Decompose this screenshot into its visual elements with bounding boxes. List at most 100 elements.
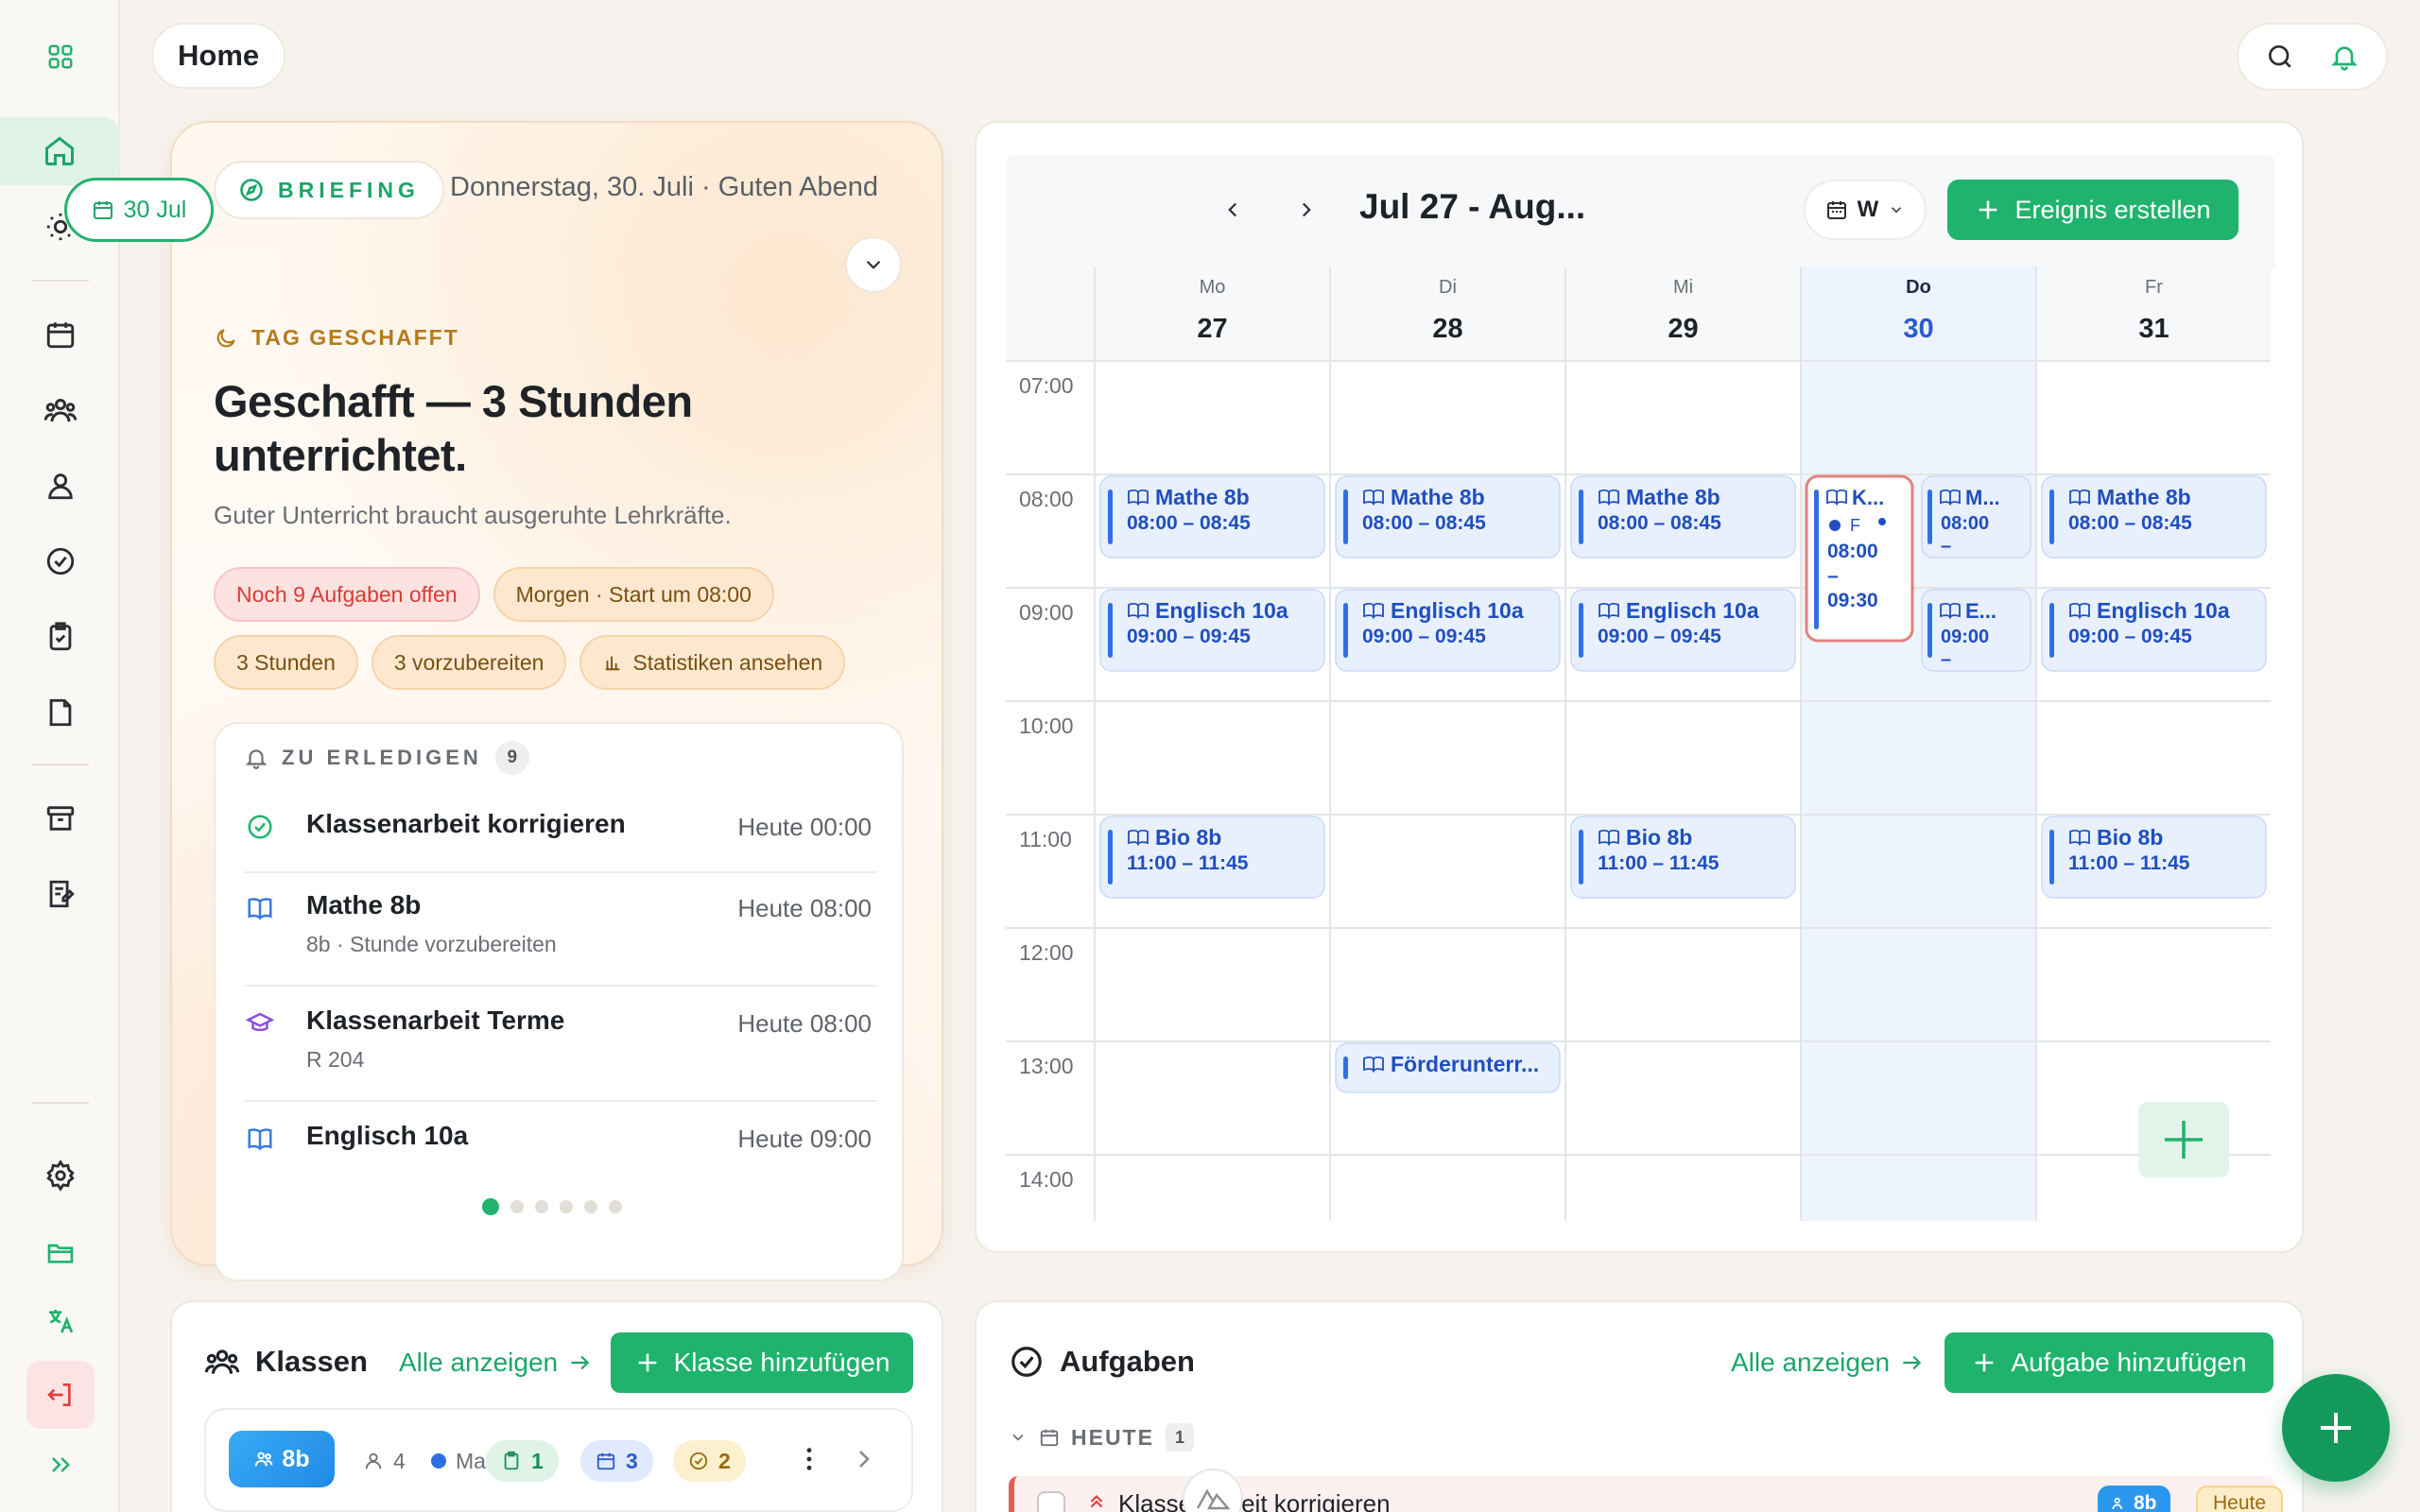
apps-grid-icon[interactable] — [26, 23, 95, 91]
settings-gear-icon[interactable] — [26, 1142, 95, 1210]
pager-dot[interactable] — [609, 1200, 622, 1213]
event-time: 08:00 – 08:45 — [1127, 512, 1251, 534]
task-checkbox[interactable] — [1037, 1491, 1065, 1512]
group-icon — [255, 1452, 273, 1467]
todo-item[interactable]: Klassenarbeit korrigieren Heute 00:00 — [244, 809, 877, 873]
document-icon[interactable] — [26, 679, 95, 747]
briefing-subtitle: Guter Unterricht braucht ausgeruhte Lehr… — [214, 501, 732, 529]
briefing-tag-label: BRIEFING — [278, 177, 420, 202]
translate-icon[interactable] — [26, 1287, 95, 1355]
pager-dot[interactable] — [560, 1200, 573, 1213]
statistics-chip-label: Statistiken ansehen — [632, 649, 823, 675]
event-title: Englisch 10a — [2097, 598, 2230, 623]
logout-icon[interactable] — [26, 1361, 95, 1429]
to-prepare-chip[interactable]: 3 vorzubereiten — [371, 635, 567, 690]
task-title: Klassenarbeit korrigieren — [1118, 1489, 1391, 1512]
task-class-badge-label: 8b — [2134, 1492, 2157, 1512]
todo-item[interactable]: Mathe 8b 8b · Stunde vorzubereiten Heute… — [244, 890, 877, 987]
event-accent-bar — [1579, 490, 1583, 544]
tasks-show-all-link[interactable]: Alle anzeigen — [1731, 1348, 1924, 1378]
event-accent-bar — [2049, 603, 2054, 658]
show-all-label: Alle anzeigen — [399, 1348, 559, 1377]
expand-rail-icon[interactable] — [26, 1431, 95, 1499]
event-title: Mathe 8b — [2097, 485, 2191, 509]
event-time: 11:00 – 11:45 — [1127, 852, 1249, 874]
tomorrow-start-chip[interactable]: Morgen · Start um 08:00 — [493, 567, 774, 622]
calendar-icon — [93, 201, 112, 219]
archive-icon[interactable] — [26, 784, 95, 852]
pager-dot[interactable] — [535, 1200, 548, 1213]
collapse-button[interactable] — [845, 236, 902, 293]
event-accent-bar — [2049, 490, 2054, 544]
bar-chart-icon — [606, 656, 620, 671]
classes-icon — [204, 1349, 240, 1374]
add-class-button[interactable]: Klasse hinzufügen — [611, 1332, 913, 1393]
folder-icon[interactable] — [26, 1219, 95, 1287]
day-number-label: 28 — [1432, 314, 1462, 344]
briefing-pager[interactable] — [482, 1198, 622, 1215]
week-grid[interactable]: Mo 27 Di 28 Mi 29 Do 30 Fr 31 07:00 08:00 09:00 10:00… — [1006, 266, 2271, 1221]
event-accent-bar — [1343, 603, 1348, 658]
tasks-check-icon[interactable] — [26, 527, 95, 595]
event-time: 11:00 – 11:45 — [2068, 852, 2190, 874]
event-accent-bar — [1343, 490, 1348, 544]
add-task-button[interactable]: Aufgabe hinzufügen — [1945, 1332, 2273, 1393]
event-time: 09:00 — [1941, 627, 1989, 647]
day-of-week-label: Do — [1906, 277, 1931, 298]
event-time: 09:00 – 09:45 — [1598, 626, 1721, 647]
notification-bell-icon[interactable] — [2329, 42, 2360, 72]
pager-dot[interactable] — [510, 1200, 524, 1213]
hour-label: 12:00 — [1019, 940, 1074, 965]
floating-add-button[interactable] — [2282, 1374, 2390, 1482]
hour-label: 09:00 — [1019, 600, 1074, 625]
chevron-right-icon[interactable] — [849, 1444, 879, 1474]
prev-week-button[interactable] — [1212, 189, 1253, 231]
event-accent-bar — [1108, 490, 1113, 544]
gradebook-icon[interactable] — [26, 860, 95, 928]
event-time: 09:00 – 09:45 — [2068, 626, 2192, 647]
arrow-right-icon — [571, 1355, 590, 1370]
lessons-count-chip[interactable]: 3 Stunden — [214, 635, 358, 690]
classes-title: Klassen — [255, 1345, 368, 1378]
create-event-button[interactable]: Ereignis erstellen — [1947, 180, 2238, 240]
event-title: K... — [1852, 486, 1884, 509]
docs-count-value: 1 — [531, 1448, 544, 1473]
more-vertical-icon[interactable] — [794, 1444, 824, 1474]
events-count-chip[interactable]: 3 — [580, 1440, 653, 1482]
add-task-label: Aufgabe hinzufügen — [2011, 1348, 2247, 1377]
briefing-chips-row-1: Noch 9 Aufgaben offen Morgen · Start um … — [214, 567, 774, 622]
todo-item[interactable]: Klassenarbeit Terme R 204 Heute 08:00 — [244, 1005, 877, 1102]
assistant-logo-icon[interactable] — [1183, 1469, 1243, 1512]
calendar-icon[interactable] — [26, 301, 95, 369]
search-icon[interactable] — [2265, 42, 2295, 72]
student-icon[interactable] — [26, 452, 95, 520]
docs-count-chip[interactable]: 1 — [486, 1440, 559, 1482]
event-title: Englisch 10a — [1626, 598, 1759, 623]
tasks-count-chip[interactable]: 2 — [673, 1440, 746, 1482]
pager-dot[interactable] — [584, 1200, 597, 1213]
page-title: Home — [151, 23, 286, 89]
event-time: 09:00 – 09:45 — [1127, 626, 1251, 647]
pager-dot[interactable] — [482, 1198, 499, 1215]
tasks-section-header[interactable]: HEUTE 1 — [1009, 1423, 1194, 1452]
chevron-down-icon — [1892, 207, 1902, 214]
event-time-separator: – — [1827, 565, 1839, 587]
event-title: Mathe 8b — [1155, 485, 1250, 509]
class-row[interactable]: 8b 4 Mat 1 3 2 — [204, 1408, 913, 1512]
nav-home[interactable] — [0, 117, 119, 185]
classes-show-all-link[interactable]: Alle anzeigen — [399, 1348, 592, 1378]
clipboard-icon[interactable] — [26, 603, 95, 671]
statistics-chip[interactable]: Statistiken ansehen — [579, 635, 846, 690]
event-title: Förderunterr... — [1391, 1052, 1539, 1076]
classes-icon[interactable] — [26, 376, 95, 444]
today-button[interactable]: 30 Jul — [64, 178, 214, 242]
todo-subtitle: 8b · Stunde vorzubereiten — [306, 932, 557, 956]
top-actions — [2237, 23, 2388, 91]
todo-count-badge: 9 — [494, 741, 529, 775]
grid-background — [1006, 266, 2271, 1221]
hour-label: 10:00 — [1019, 713, 1074, 738]
classes-card: Klassen Alle anzeigen Klasse hinzufügen … — [170, 1300, 943, 1512]
open-tasks-chip[interactable]: Noch 9 Aufgaben offen — [214, 567, 480, 622]
view-selector[interactable]: W — [1804, 180, 1927, 240]
next-week-button[interactable] — [1286, 189, 1327, 231]
